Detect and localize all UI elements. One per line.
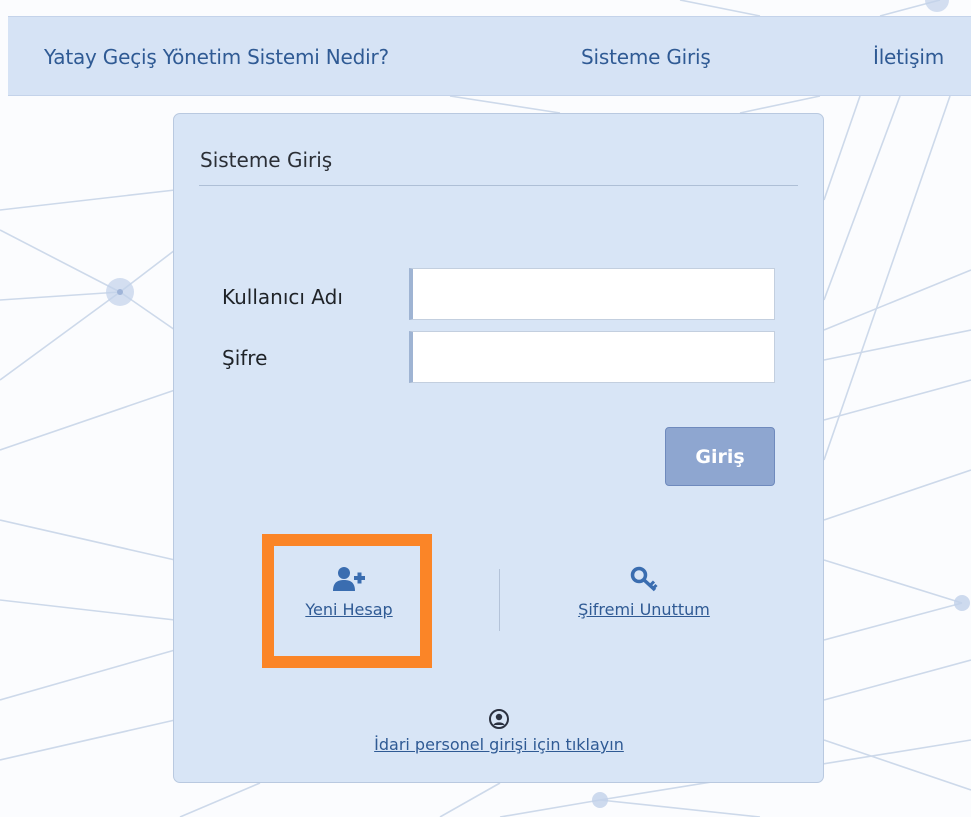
user-plus-icon <box>333 567 365 591</box>
nav-link-about[interactable]: Yatay Geçiş Yönetim Sistemi Nedir? <box>44 45 389 69</box>
new-account-link[interactable]: Yeni Hesap <box>274 600 424 619</box>
panel-title: Sisteme Giriş <box>200 148 333 172</box>
actions-divider <box>499 569 500 631</box>
forgot-password-link[interactable]: Şifremi Unuttum <box>554 600 734 619</box>
top-navigation: Yatay Geçiş Yönetim Sistemi Nedir? Siste… <box>8 16 971 96</box>
forgot-password-action[interactable]: Şifremi Unuttum <box>554 566 734 619</box>
user-circle-icon <box>489 709 509 729</box>
login-button[interactable]: Giriş <box>665 427 775 486</box>
page: Yatay Geçiş Yönetim Sistemi Nedir? Siste… <box>0 0 971 817</box>
nav-link-contact[interactable]: İletişim <box>873 45 944 69</box>
admin-login-link[interactable]: İdari personel girişi için tıklayın <box>334 735 664 754</box>
login-panel: Sisteme Giriş Kullanıcı Adı Şifre Giriş … <box>173 113 824 783</box>
username-label: Kullanıcı Adı <box>222 285 343 309</box>
panel-divider <box>199 185 798 186</box>
password-label: Şifre <box>222 346 268 370</box>
username-input[interactable] <box>409 268 775 320</box>
new-account-action[interactable]: Yeni Hesap <box>274 566 424 619</box>
password-input[interactable] <box>409 331 775 383</box>
key-icon <box>630 566 658 592</box>
nav-link-login[interactable]: Sisteme Giriş <box>581 45 711 69</box>
admin-login-action[interactable]: İdari personel girişi için tıklayın <box>334 708 664 754</box>
